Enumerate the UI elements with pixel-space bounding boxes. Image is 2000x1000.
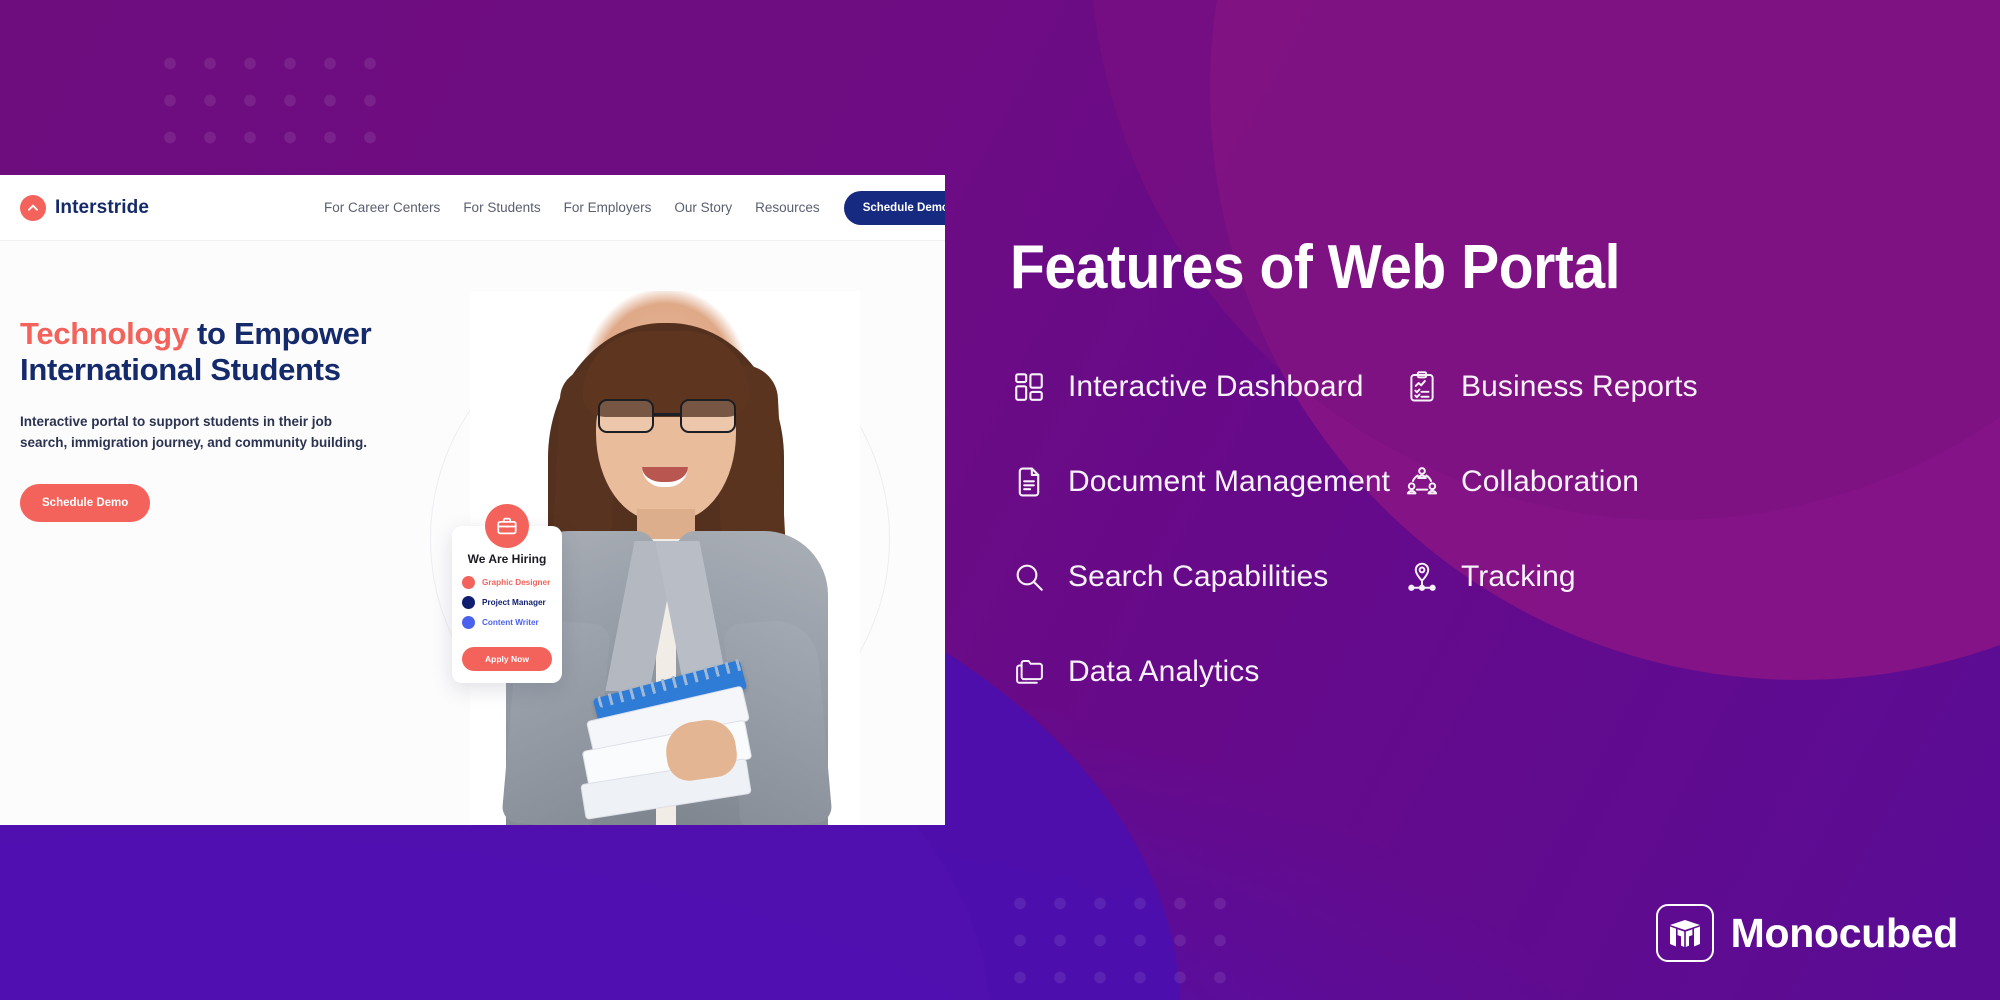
nav-link-resources[interactable]: Resources: [755, 200, 820, 215]
feature-label: Interactive Dashboard: [1068, 370, 1364, 403]
document-icon: [1010, 463, 1048, 501]
monocubed-logo: Monocubed: [1655, 904, 1959, 962]
feature-tracking[interactable]: Tracking: [1403, 558, 1576, 596]
features-list: Interactive Dashboard Business Reports D…: [1010, 368, 1910, 748]
feature-label: Business Reports: [1461, 370, 1698, 403]
chevron-up-icon: [20, 194, 46, 221]
features-row: Search Capabilities Tracking: [1010, 558, 1910, 596]
feature-data-analytics[interactable]: Data Analytics: [1010, 653, 1403, 691]
dashboard-grid-icon: [1010, 368, 1048, 406]
feature-label: Tracking: [1461, 560, 1576, 593]
role-dot-graphic-designer: [462, 576, 475, 589]
feature-document-management[interactable]: Document Management: [1010, 463, 1403, 501]
features-row: Document Management Collaboration: [1010, 463, 1910, 501]
hiring-role-row: Project Manager: [462, 596, 552, 609]
site-logo[interactable]: Interstride: [20, 194, 150, 221]
site-nav-links: For Career Centers For Students For Empl…: [324, 200, 820, 215]
role-dot-project-manager: [462, 596, 475, 609]
folders-icon: [1010, 653, 1048, 691]
feature-label: Collaboration: [1461, 465, 1640, 498]
hiring-card-title: We Are Hiring: [467, 552, 547, 566]
hiring-role-row: Content Writer: [462, 616, 552, 629]
feature-interactive-dashboard[interactable]: Interactive Dashboard: [1010, 368, 1403, 406]
feature-label: Search Capabilities: [1068, 560, 1329, 593]
monocubed-cube-icon: [1655, 904, 1714, 962]
apply-now-button[interactable]: Apply Now: [462, 647, 552, 671]
hiring-role-row: Graphic Designer: [462, 576, 552, 589]
map-pin-route-icon: [1403, 558, 1441, 596]
collaboration-people-icon: [1403, 463, 1441, 501]
feature-label: Data Analytics: [1068, 655, 1260, 688]
page-title: Features of Web Portal: [1010, 233, 1621, 302]
nav-schedule-demo-button[interactable]: Schedule Demo: [843, 190, 945, 225]
feature-business-reports[interactable]: Business Reports: [1403, 368, 1698, 406]
website-screenshot: Interstride For Career Centers For Stude…: [0, 175, 945, 825]
briefcase-icon: [485, 504, 529, 548]
site-brand-name: Interstride: [55, 196, 150, 218]
hero-schedule-demo-button[interactable]: Schedule Demo: [20, 484, 151, 523]
monocubed-wordmark: Monocubed: [1730, 909, 1959, 956]
role-label-graphic-designer: Graphic Designer: [482, 578, 551, 587]
features-panel: Features of Web Portal Interactive Dashb…: [1010, 0, 2000, 1000]
hero-title-accent: Technology: [20, 316, 189, 351]
photo-glasses: [598, 399, 736, 433]
site-hero-section: Technology to Empower International Stud…: [0, 241, 945, 825]
nav-link-students[interactable]: For Students: [463, 200, 540, 215]
clipboard-report-icon: [1403, 368, 1441, 406]
site-navbar: Interstride For Career Centers For Stude…: [0, 175, 945, 241]
nav-link-career-centers[interactable]: For Career Centers: [324, 200, 440, 215]
features-row: Data Analytics: [1010, 653, 1910, 691]
decorative-dot-grid-top: [150, 45, 380, 165]
feature-label: Document Management: [1068, 465, 1391, 498]
nav-link-our-story[interactable]: Our Story: [674, 200, 732, 215]
features-row: Interactive Dashboard Business Reports: [1010, 368, 1910, 406]
we-are-hiring-card: We Are Hiring Graphic Designer Project M…: [452, 504, 562, 683]
search-icon: [1010, 558, 1048, 596]
nav-link-employers[interactable]: For Employers: [564, 200, 652, 215]
feature-search-capabilities[interactable]: Search Capabilities: [1010, 558, 1403, 596]
hero-subtitle: Interactive portal to support students i…: [20, 413, 368, 451]
role-label-project-manager: Project Manager: [482, 598, 546, 607]
feature-collaboration[interactable]: Collaboration: [1403, 463, 1639, 501]
role-label-content-writer: Content Writer: [482, 618, 539, 627]
role-dot-content-writer: [462, 616, 475, 629]
